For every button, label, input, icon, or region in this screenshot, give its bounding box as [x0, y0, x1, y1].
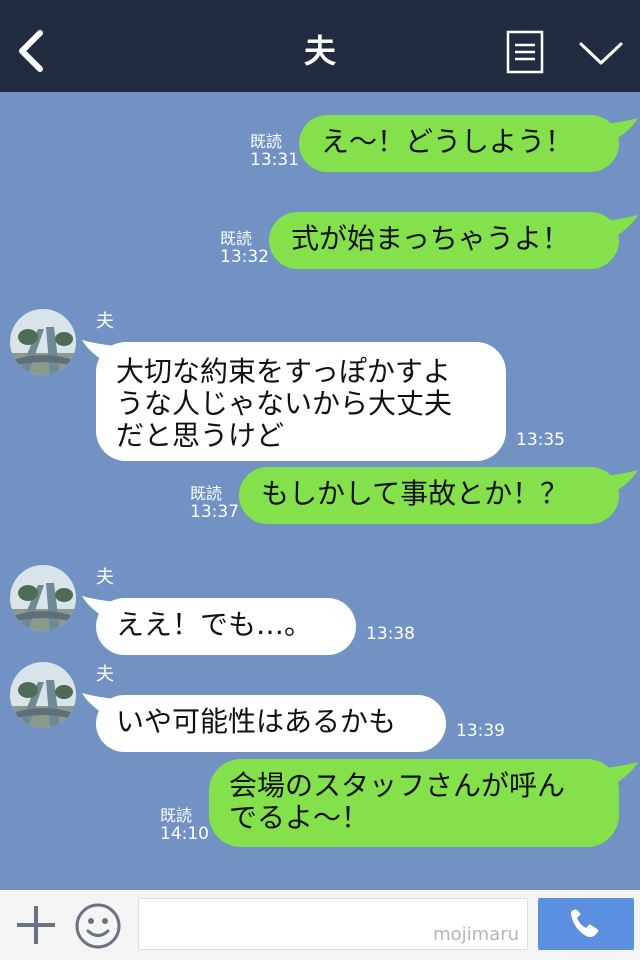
message-bubble-outgoing[interactable]: え〜！どうしよう！ [299, 115, 619, 172]
emoji-button[interactable] [74, 902, 122, 950]
input-bar: mojimaru [0, 890, 640, 960]
collapse-button[interactable] [578, 38, 624, 68]
smiley-icon [75, 903, 121, 949]
message-input[interactable]: mojimaru [138, 898, 528, 950]
message-time: 13:35 [516, 430, 565, 450]
read-receipt: 既読 14:10 [160, 806, 209, 844]
message-time: 13:39 [456, 721, 505, 741]
plus-icon [17, 906, 55, 944]
avatar[interactable] [10, 309, 76, 375]
back-button[interactable] [14, 28, 54, 74]
message-bubble-outgoing[interactable]: 式が始まっちゃうよ！ [269, 212, 619, 269]
message-bubble-incoming[interactable]: いや可能性はあるかも [96, 695, 446, 752]
sender-name: 夫 [96, 664, 114, 685]
message-bubble-outgoing[interactable]: もしかして事故とか！？ [239, 467, 619, 524]
message-bubble-incoming[interactable]: 大切な約束をすっぽかすよ うな人じゃないから大丈夫 だと思うけど [96, 342, 506, 461]
read-receipt: 既読 13:32 [220, 229, 269, 267]
message-time: 13:38 [366, 624, 415, 644]
bridge-photo-icon [10, 662, 76, 728]
message-bubble-outgoing[interactable]: 会場のスタッフさんが呼ん でるよ〜！ [209, 759, 619, 847]
menu-button[interactable] [506, 30, 544, 74]
list-icon [506, 30, 544, 74]
message-bubble-incoming[interactable]: ええ！でも…。 [96, 598, 356, 655]
avatar[interactable] [10, 565, 76, 631]
watermark: mojimaru [433, 924, 519, 945]
avatar[interactable] [10, 662, 76, 728]
bridge-photo-icon [10, 309, 76, 375]
chat-header: 夫 [0, 0, 640, 92]
read-receipt: 既読 13:37 [190, 484, 239, 522]
phone-icon [571, 909, 599, 937]
sender-name: 夫 [96, 567, 114, 588]
chat-title: 夫 [303, 32, 336, 70]
chevron-down-icon [579, 42, 623, 65]
bridge-photo-icon [10, 565, 76, 631]
message-list[interactable]: 既読 13:31 え〜！どうしよう！ 既読 13:32 式が始まっちゃうよ！ 夫… [0, 92, 640, 890]
sender-name: 夫 [96, 311, 114, 332]
read-receipt: 既読 13:31 [250, 132, 299, 170]
call-button[interactable] [538, 898, 634, 950]
plus-button[interactable] [14, 902, 58, 948]
chevron-left-icon [19, 30, 43, 72]
